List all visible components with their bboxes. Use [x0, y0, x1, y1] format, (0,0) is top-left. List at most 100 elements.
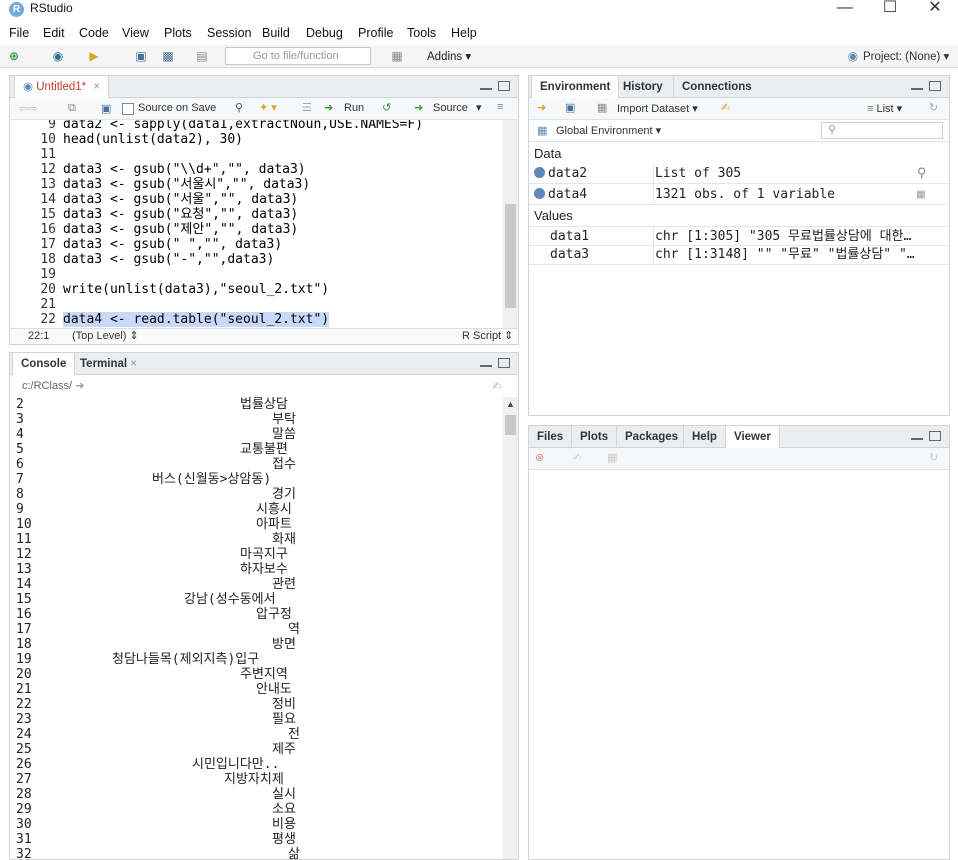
import-dataset-icon[interactable]: ▦	[597, 101, 607, 114]
close-terminal-icon[interactable]: ×	[130, 358, 137, 370]
refresh-env-icon[interactable]: ↻	[929, 101, 938, 114]
tab-files[interactable]: Files	[529, 426, 571, 448]
var-value: 1321 obs. of 1 variable	[655, 187, 836, 202]
stop-icon[interactable]: ⊗	[535, 451, 544, 464]
source-dropdown-icon[interactable]: ▾	[476, 101, 482, 114]
maximize-icon[interactable]: ☐	[867, 0, 913, 20]
tab-console[interactable]: Console	[12, 353, 76, 375]
project-menu[interactable]: Project: (None) ▾	[863, 49, 949, 63]
row-value: 부탁	[272, 412, 296, 427]
code-tools-icon[interactable]: ✦ ▾	[259, 101, 277, 114]
tab-plots[interactable]: Plots	[571, 426, 616, 448]
menu-file[interactable]: File	[9, 26, 29, 40]
expand-icon[interactable]	[534, 188, 545, 199]
row-value: 제주	[272, 742, 296, 757]
view-table-icon[interactable]: ▦	[917, 185, 925, 205]
tab-help[interactable]: Help	[683, 426, 725, 448]
console-scrollbar[interactable]: ▲	[503, 397, 518, 859]
scroll-up-icon[interactable]: ▲	[506, 399, 515, 409]
clear-workspace-icon[interactable]: ✍	[721, 101, 730, 114]
minimize-env-icon[interactable]	[911, 87, 923, 90]
menu-build[interactable]: Build	[262, 26, 290, 40]
menu-code[interactable]: Code	[79, 26, 109, 40]
global-environment-dropdown[interactable]: Global Environment ▾	[556, 124, 661, 137]
menu-session[interactable]: Session	[207, 26, 251, 40]
run-button[interactable]: Run	[344, 102, 364, 114]
editor-pane: ◉ Untitled1* × ⇦⇨ ⧉ ▣ Source on Save ⚲ ✦…	[9, 75, 519, 345]
console-scroll-thumb[interactable]	[505, 415, 516, 435]
maximize-viewer-icon[interactable]	[929, 431, 941, 441]
minimize-console-icon[interactable]	[480, 364, 492, 367]
expand-icon[interactable]	[534, 167, 545, 178]
editor-scroll-thumb[interactable]	[505, 204, 516, 308]
console-row: 26 시민입니다만..	[16, 757, 279, 772]
save-icon[interactable]: ▣	[133, 48, 149, 64]
tab-history[interactable]: History	[615, 76, 671, 98]
file-type-selector[interactable]: R Script ⇕	[462, 329, 513, 344]
env-search-input[interactable]: ⚲	[821, 122, 943, 139]
tab-terminal[interactable]: Terminal ×	[72, 353, 145, 375]
env-row-data4[interactable]: data4 1321 obs. of 1 variable ▦	[529, 185, 949, 205]
menu-help[interactable]: Help	[451, 26, 477, 40]
env-row-data1[interactable]: data1 chr [1:305] "305 무료법률상담에 대한…	[529, 226, 949, 247]
editor-scrollbar[interactable]	[503, 120, 518, 329]
code-area[interactable]: 9 data2 <- sapply(data1,extractNoun,USE.N…	[10, 120, 503, 329]
editor-save-icon[interactable]: ▣	[101, 102, 111, 115]
row-value: 마곡지구	[240, 547, 288, 562]
minimize-viewer-icon[interactable]	[911, 437, 923, 440]
refresh-viewer-icon[interactable]: ↻	[929, 451, 938, 464]
export-icon[interactable]: ▦	[607, 451, 617, 464]
menu-plots[interactable]: Plots	[164, 26, 192, 40]
minimize-pane-icon[interactable]	[480, 87, 492, 90]
goto-dir-icon[interactable]: ➜	[75, 380, 84, 392]
close-window-icon[interactable]: ✕	[912, 0, 958, 20]
menu-debug[interactable]: Debug	[306, 26, 343, 40]
grid-layout-icon[interactable]: ▦	[389, 48, 405, 64]
scope-selector[interactable]: (Top Level) ⇕	[72, 329, 139, 344]
clear-console-icon[interactable]: ✍	[492, 379, 502, 393]
find-icon[interactable]: ⚲	[235, 101, 243, 114]
tab-connections[interactable]: Connections	[673, 76, 760, 98]
print-icon[interactable]: ▤	[194, 48, 210, 64]
goto-file-input[interactable]: Go to file/function	[225, 47, 371, 65]
source-on-save-checkbox[interactable]	[122, 103, 134, 115]
save-workspace-icon[interactable]: ▣	[565, 101, 575, 114]
menu-view[interactable]: View	[122, 26, 149, 40]
open-file-icon[interactable]: ▶	[86, 48, 102, 64]
maximize-pane-icon[interactable]	[498, 81, 510, 91]
import-dataset-button[interactable]: Import Dataset ▾	[617, 102, 698, 115]
close-tab-icon[interactable]: ×	[93, 81, 100, 93]
tab-environment[interactable]: Environment	[531, 76, 620, 98]
menu-profile[interactable]: Profile	[358, 26, 393, 40]
tab-packages[interactable]: Packages	[616, 426, 686, 448]
list-view-dropdown[interactable]: ≡ List ▾	[867, 102, 902, 115]
tab-viewer[interactable]: Viewer	[725, 426, 780, 448]
maximize-env-icon[interactable]	[929, 81, 941, 91]
code-text: write(unlist(data3),"seoul_2.txt")	[63, 282, 330, 297]
menu-edit[interactable]: Edit	[43, 26, 65, 40]
env-row-data2[interactable]: data2 List of 305 ⚲	[529, 164, 949, 184]
load-workspace-icon[interactable]: ➜	[537, 101, 546, 114]
back-forward-icon[interactable]: ⇦⇨	[19, 102, 37, 115]
compile-report-icon[interactable]: ☰	[302, 101, 312, 114]
outline-icon[interactable]: ≡	[497, 101, 503, 113]
maximize-console-icon[interactable]	[498, 358, 510, 368]
env-row-data3[interactable]: data3 chr [1:3148] "" "무료" "법률상담" "…	[529, 245, 949, 265]
show-in-window-icon[interactable]: ⧉	[68, 102, 76, 115]
menu-tools[interactable]: Tools	[407, 26, 436, 40]
console-output[interactable]: 2 법률상담 3 부탁 4 말씀 5 교통불편 6 접수 7 버스(신월동>상암동) 8 경기…	[10, 397, 503, 859]
run-icon[interactable]: ➜	[324, 101, 333, 114]
save-all-icon[interactable]: ▩	[160, 48, 176, 64]
source-icon[interactable]: ➜	[414, 101, 423, 114]
new-project-icon[interactable]: ◉	[50, 48, 66, 64]
rerun-icon[interactable]: ↺	[382, 101, 391, 114]
console-row: 27 지방자치제	[16, 772, 284, 787]
source-button[interactable]: Source	[433, 102, 468, 114]
addins-button[interactable]: Addins ▾	[427, 49, 471, 63]
view-search-icon[interactable]: ⚲	[917, 164, 927, 184]
console-row: 29 소요	[16, 802, 296, 817]
clear-viewer-icon[interactable]: ✍	[573, 451, 582, 464]
new-file-icon[interactable]: ⊕	[6, 48, 22, 64]
tab-untitled1[interactable]: ◉ Untitled1* ×	[14, 76, 110, 98]
minimize-icon[interactable]: —	[822, 0, 868, 20]
